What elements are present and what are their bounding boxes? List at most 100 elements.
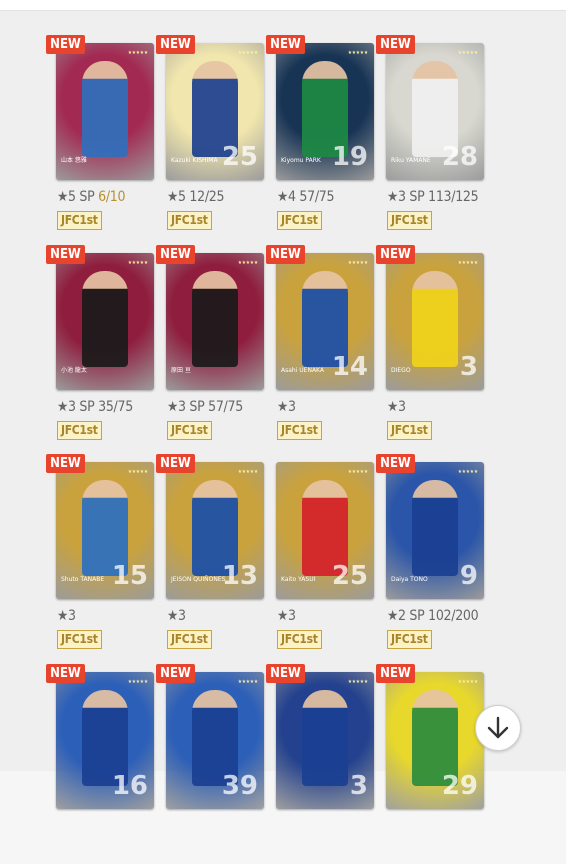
player-card-image[interactable]: ★★★★★ 山本 悠雅 (56, 43, 154, 180)
shirt-number: 15 (111, 561, 148, 591)
player-name: Kaito YASUI (281, 576, 316, 583)
new-badge: NEW (376, 35, 415, 54)
series-badge: JFC1st (57, 630, 102, 649)
card-rarity-info: ★5 SP 6/10 (57, 189, 126, 205)
rarity-stars: ★★★★★ (347, 469, 368, 475)
sp-label: SP (409, 189, 425, 205)
card-rarity-info: ★3 (387, 399, 406, 415)
player-card-image[interactable]: ★★★★★ 25 Kaito YASUI (276, 462, 374, 599)
card-rarity-info: ★2 SP 102/200 (387, 608, 479, 624)
new-badge: NEW (156, 245, 195, 264)
series-badge: JFC1st (277, 211, 322, 230)
player-card-image[interactable]: ★★★★★ 3 (276, 672, 374, 809)
series-badge: JFC1st (57, 421, 102, 440)
player-card-image[interactable]: ★★★★★ 小池 龍太 (56, 253, 154, 390)
card-tile[interactable]: NEW ★★★★★ 14 Asahi UENAKA ★3 JFC1st (266, 245, 376, 445)
card-tile[interactable]: NEW ★★★★★ 29 (376, 664, 486, 864)
player-figure (412, 271, 458, 367)
rarity-stars: ★★★★★ (127, 469, 148, 475)
player-card-image[interactable]: ★★★★★ 3 DIEGO (386, 253, 484, 390)
shirt-number: 25 (331, 561, 368, 591)
card-tile[interactable]: NEW ★★★★★ 3 (266, 664, 376, 864)
player-figure (302, 690, 348, 786)
serial-count: 57/75 (208, 399, 243, 415)
star-rating: ★3 (57, 608, 76, 624)
serial-count: 57/75 (299, 189, 335, 205)
new-badge: NEW (46, 454, 85, 473)
card-tile[interactable]: NEW ★★★★★ 25 Kazuki KISHIMA ★5 12/25 JFC1st (156, 35, 266, 235)
player-name: 山本 悠雅 (61, 157, 87, 164)
series-badge: JFC1st (387, 421, 432, 440)
star-rating: ★5 (57, 189, 76, 205)
player-card-image[interactable]: ★★★★★ 15 Shuto TANABE (56, 462, 154, 599)
player-name: Riku YAMANE (391, 157, 431, 164)
card-tile[interactable]: NEW ★★★★★ 9 Daiya TONO ★2 SP 102/200 JFC1st (376, 454, 486, 654)
player-card-image[interactable]: ★★★★★ 原田 亘 (166, 253, 264, 390)
player-card-image[interactable]: ★★★★★ 16 (56, 672, 154, 809)
card-tile[interactable]: NEW ★★★★★ 16 (46, 664, 156, 864)
star-rating: ★3 (387, 399, 406, 415)
card-tile[interactable]: NEW ★★★★★ 39 (156, 664, 266, 864)
card-tile[interactable]: NEW ★★★★★ 原田 亘 ★3 SP 57/75 JFC1st (156, 245, 266, 445)
player-card-image[interactable]: ★★★★★ 13 JEISON QUIÑONES (166, 462, 264, 599)
card-tile[interactable]: ★★★★★ 25 Kaito YASUI ★3 JFC1st (266, 454, 376, 654)
scroll-down-button[interactable] (475, 705, 521, 751)
card-tile[interactable]: NEW ★★★★★ 山本 悠雅 ★5 SP 6/10 JFC1st (46, 35, 156, 235)
sp-label: SP (189, 399, 205, 415)
player-name: Kiyomu PARK (281, 157, 321, 164)
rarity-stars: ★★★★★ (457, 679, 478, 685)
player-card-image[interactable]: ★★★★★ 28 Riku YAMANE (386, 43, 484, 180)
card-rarity-info: ★5 12/25 (167, 189, 225, 205)
star-rating: ★3 (167, 608, 186, 624)
card-rarity-info: ★3 SP 35/75 (57, 399, 133, 415)
card-tile[interactable]: NEW ★★★★★ 28 Riku YAMANE ★3 SP 113/125 JFC1st (376, 35, 486, 235)
shirt-number: 3 (459, 352, 478, 382)
shirt-number: 14 (331, 352, 368, 382)
star-rating: ★3 (167, 399, 186, 415)
star-rating: ★3 (387, 189, 406, 205)
rarity-stars: ★★★★★ (347, 50, 368, 56)
card-tile[interactable]: NEW ★★★★★ 3 DIEGO ★3 JFC1st (376, 245, 486, 445)
serial-count: 102/200 (428, 608, 479, 624)
rarity-stars: ★★★★★ (237, 679, 258, 685)
player-card-image[interactable]: ★★★★★ 19 Kiyomu PARK (276, 43, 374, 180)
star-rating: ★3 (277, 399, 296, 415)
rarity-stars: ★★★★★ (237, 50, 258, 56)
player-figure (82, 61, 128, 157)
new-badge: NEW (46, 245, 85, 264)
card-tile[interactable]: NEW ★★★★★ 13 JEISON QUIÑONES ★3 JFC1st (156, 454, 266, 654)
shirt-number: 13 (221, 561, 258, 591)
star-rating: ★2 (387, 608, 406, 624)
series-badge: JFC1st (387, 211, 432, 230)
rarity-stars: ★★★★★ (127, 50, 148, 56)
player-card-image[interactable]: ★★★★★ 39 (166, 672, 264, 809)
top-bar (0, 0, 566, 11)
card-rarity-info: ★3 (57, 608, 76, 624)
sp-label: SP (79, 189, 95, 205)
player-card-image[interactable]: ★★★★★ 14 Asahi UENAKA (276, 253, 374, 390)
card-tile[interactable]: NEW ★★★★★ 15 Shuto TANABE ★3 JFC1st (46, 454, 156, 654)
new-badge: NEW (376, 664, 415, 683)
shirt-number: 9 (459, 561, 478, 591)
card-tile[interactable]: NEW ★★★★★ 小池 龍太 ★3 SP 35/75 JFC1st (46, 245, 156, 445)
player-figure (82, 271, 128, 367)
new-badge: NEW (376, 245, 415, 264)
player-card-image[interactable]: ★★★★★ 9 Daiya TONO (386, 462, 484, 599)
player-name: Kazuki KISHIMA (171, 157, 218, 164)
player-card-image[interactable]: ★★★★★ 25 Kazuki KISHIMA (166, 43, 264, 180)
serial-count: 113/125 (428, 189, 479, 205)
shirt-number: 28 (441, 142, 478, 172)
new-badge: NEW (156, 664, 195, 683)
shirt-number: 25 (221, 142, 258, 172)
star-rating: ★3 (57, 399, 76, 415)
series-badge: JFC1st (277, 421, 322, 440)
player-name: Asahi UENAKA (281, 367, 324, 374)
shirt-number: 39 (221, 771, 258, 801)
card-rarity-info: ★3 (277, 399, 296, 415)
card-tile[interactable]: NEW ★★★★★ 19 Kiyomu PARK ★4 57/75 JFC1st (266, 35, 376, 235)
player-card-image[interactable]: ★★★★★ 29 (386, 672, 484, 809)
new-badge: NEW (266, 35, 305, 54)
series-badge: JFC1st (277, 630, 322, 649)
series-badge: JFC1st (57, 211, 102, 230)
rarity-stars: ★★★★★ (127, 260, 148, 266)
